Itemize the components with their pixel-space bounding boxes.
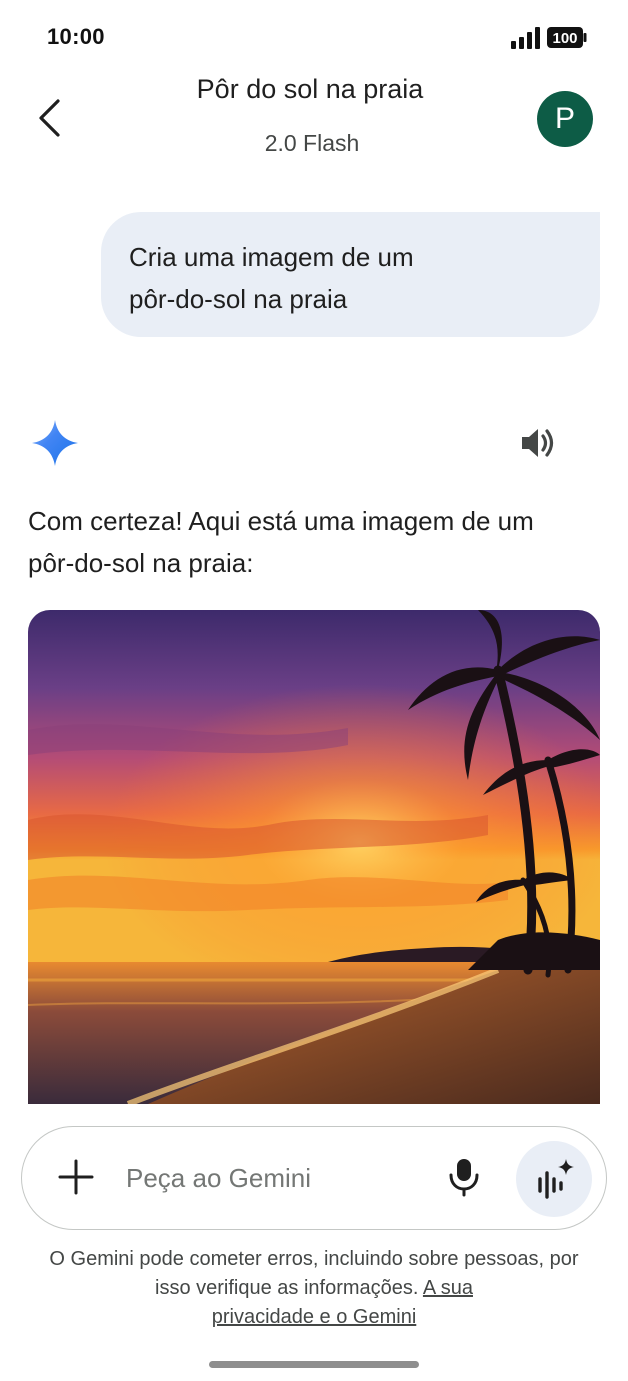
- privacy-link-text[interactable]: privacidade e o Gemini: [212, 1306, 417, 1328]
- live-mode-button[interactable]: [516, 1141, 592, 1217]
- home-indicator[interactable]: [209, 1361, 419, 1368]
- back-button[interactable]: [28, 96, 72, 140]
- privacy-link-text[interactable]: A sua: [423, 1277, 473, 1299]
- generated-sunset-image[interactable]: [28, 610, 600, 1104]
- plus-icon[interactable]: [54, 1155, 98, 1199]
- prompt-input[interactable]: [126, 1157, 426, 1199]
- chat-title: Pôr do sol na praia: [196, 74, 424, 104]
- mic-icon[interactable]: [446, 1157, 482, 1197]
- prompt-bar: [21, 1126, 607, 1230]
- sunset-illustration: [28, 610, 600, 1104]
- user-message-line: pôr-do-sol na praia: [129, 284, 348, 314]
- response-line: Com certeza! Aqui está uma imagem de um: [28, 506, 534, 536]
- user-message-line: Cria uma imagem de um: [129, 242, 414, 272]
- user-message-bubble: Cria uma imagem de um pôr-do-sol na prai…: [101, 212, 600, 337]
- live-mode-icon: [538, 1159, 574, 1199]
- signal-icon: [511, 27, 540, 49]
- back-arrow-icon: [39, 99, 60, 137]
- model-selector[interactable]: 2.0 Flash: [110, 130, 514, 157]
- status-time: 10:00: [47, 24, 105, 49]
- disclaimer: O Gemini pode cometer erros, incluindo s…: [40, 1245, 588, 1332]
- disclaimer-text: O Gemini pode cometer erros, incluindo s…: [49, 1248, 459, 1270]
- status-bar: 10:00 100: [0, 0, 628, 72]
- speaker-icon[interactable]: [517, 423, 557, 463]
- gemini-spark-icon: [32, 420, 78, 466]
- response-line: pôr-do-sol na praia:: [28, 548, 254, 578]
- avatar[interactable]: P: [537, 91, 593, 147]
- battery-level: 100: [552, 30, 577, 47]
- response-text: Com certeza! Aqui está uma imagem de um …: [28, 500, 608, 584]
- battery-icon: 100: [547, 27, 587, 48]
